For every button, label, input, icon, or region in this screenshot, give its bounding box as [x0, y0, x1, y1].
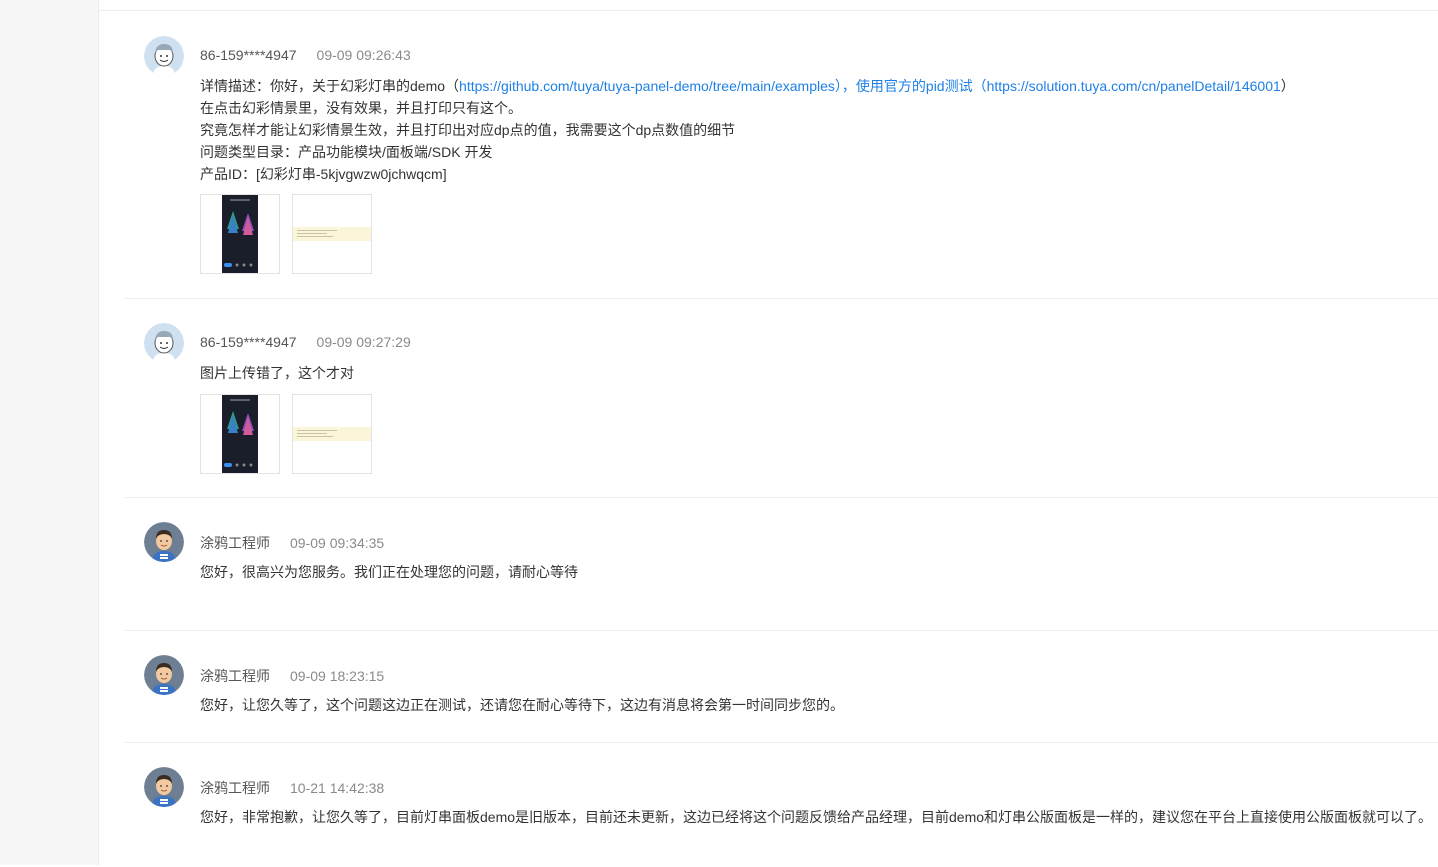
log-screenshot-thumbnail[interactable]	[292, 194, 372, 274]
message-item: 86-159****4947 09-09 09:27:29 图片上传错了，这个才对	[124, 299, 1438, 498]
message-body: 您好，很高兴为您服务。我们正在处理您的问题，请耐心等待	[200, 564, 578, 580]
message-body: 您好，让您久等了，这个问题这边正在测试，还请您在耐心等待下，这边有消息将会第一时…	[200, 697, 844, 713]
engineer-avatar-icon	[144, 767, 184, 807]
detail-line: 究竟怎样才能让幻彩情景生效，并且打印出对应dp点的值，我需要这个dp点数值的细节	[200, 122, 736, 138]
detail-mid: ），使用官方的pid测试（	[834, 78, 987, 94]
message-header: 涂鸦工程师 10-21 14:42:38	[200, 778, 384, 798]
log-screenshot-thumbnail[interactable]	[292, 394, 372, 474]
message-header: 86-159****4947 09-09 09:27:29	[200, 334, 411, 350]
author-name: 86-159****4947	[200, 47, 297, 63]
timestamp: 09-09 09:27:29	[316, 334, 411, 350]
timestamp: 09-09 09:34:35	[290, 535, 385, 551]
product-id: 产品ID：[幻彩灯串-5kjvgwzw0jchwqcm]	[200, 166, 447, 182]
demo-link[interactable]: https://github.com/tuya/tuya-panel-demo/…	[459, 78, 835, 94]
engineer-avatar-icon	[144, 655, 184, 695]
problem-category: 问题类型目录：产品功能模块/面板端/SDK 开发	[200, 144, 493, 160]
message-item: 涂鸦工程师 10-21 14:42:38 您好，非常抱歉，让您久等了，目前灯串面板…	[124, 743, 1438, 867]
message-body: 详情描述：你好，关于幻彩灯串的demo（https://github.com/t…	[200, 75, 1295, 185]
message-item: 涂鸦工程师 09-09 09:34:35 您好，很高兴为您服务。我们正在处理您的问…	[124, 498, 1438, 631]
detail-prefix: 详情描述：你好，关于幻彩灯串的demo（	[200, 78, 460, 94]
message-body: 您好，非常抱歉，让您久等了，目前灯串面板demo是旧版本，目前还未更新，这边已经…	[200, 809, 1433, 825]
phone-screenshot-thumbnail[interactable]	[200, 194, 280, 274]
panel-detail-link[interactable]: https://solution.tuya.com/cn/panelDetail…	[987, 78, 1281, 94]
customer-avatar-icon	[144, 323, 184, 363]
message-header: 涂鸦工程师 09-09 18:23:15	[200, 666, 384, 686]
top-bar	[99, 0, 1438, 11]
message-item: 涂鸦工程师 09-09 18:23:15 您好，让您久等了，这个问题这边正在测试，…	[124, 631, 1438, 743]
timestamp: 09-09 18:23:15	[290, 668, 385, 684]
author-name: 涂鸦工程师	[200, 535, 270, 551]
message-header: 涂鸦工程师 09-09 09:34:35	[200, 533, 384, 553]
phone-screenshot-thumbnail[interactable]	[200, 394, 280, 474]
message-body: 图片上传错了，这个才对	[200, 365, 354, 381]
detail-suffix: ）	[1280, 78, 1295, 94]
message-header: 86-159****4947 09-09 09:26:43	[200, 47, 411, 63]
author-name: 涂鸦工程师	[200, 668, 270, 684]
timestamp: 09-09 09:26:43	[316, 47, 411, 63]
author-name: 涂鸦工程师	[200, 780, 270, 796]
timestamp: 10-21 14:42:38	[290, 780, 385, 796]
message-thread: 86-159****4947 09-09 09:26:43 详情描述：你好，关于幻…	[124, 11, 1438, 867]
left-sidebar	[0, 0, 99, 865]
detail-line: 在点击幻彩情景里，没有效果，并且打印只有这个。	[200, 100, 522, 116]
detail-line: 详情描述：你好，关于幻彩灯串的demo（https://github.com/t…	[200, 75, 1295, 97]
engineer-avatar-icon	[144, 522, 184, 562]
author-name: 86-159****4947	[200, 334, 297, 350]
message-item: 86-159****4947 09-09 09:26:43 详情描述：你好，关于幻…	[124, 11, 1438, 299]
customer-avatar-icon	[144, 36, 184, 76]
